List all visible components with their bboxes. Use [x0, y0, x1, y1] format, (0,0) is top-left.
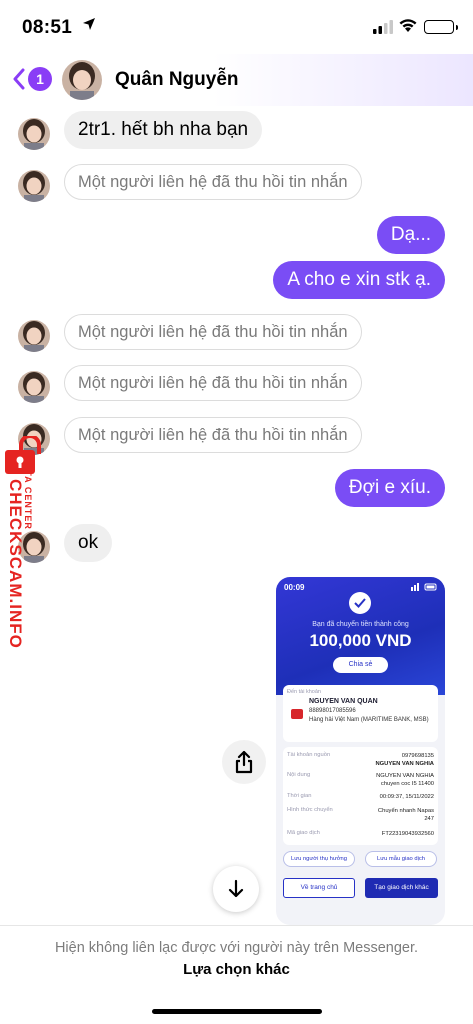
status-bar: 08:51 — [0, 0, 473, 54]
transaction-details: Tài khoản nguồn 0979698135 NGUYEN VAN NGH… — [283, 747, 438, 845]
unsent-message-notice: Một người liên hệ đã thu hồi tin nhắn — [64, 164, 362, 200]
message-bubble[interactable]: A cho e xin stk ạ. — [273, 261, 445, 299]
other-options-link[interactable]: Lựa chọn khác — [0, 961, 473, 978]
message-bubble[interactable]: 2tr1. hết bh nha bạn — [64, 111, 263, 149]
scroll-to-bottom-button[interactable] — [213, 866, 259, 912]
receipt-amount: 100,000 VND — [309, 631, 412, 650]
detail-value: NGUYEN VAN NGHIA chuyen coc I5 11400 — [376, 773, 434, 787]
detail-key: Nội dung — [287, 772, 311, 778]
message-bubble[interactable]: ok — [64, 524, 113, 562]
recipient-card: Đến tài khoản NGUYEN VAN QUAN 8889801708… — [283, 685, 438, 742]
detail-value: FT22319043932560 — [381, 831, 434, 837]
detail-key: Hình thức chuyển — [287, 807, 333, 813]
detail-value: 00:09:37, 15/11/2022 — [379, 794, 434, 800]
signal-icon — [373, 20, 393, 39]
detail-value: 0979698135 NGUYEN VAN NGHIA — [375, 753, 434, 767]
sender-avatar[interactable] — [18, 371, 50, 403]
new-transaction-button: Tạo giao dịch khác — [365, 878, 438, 898]
chat-header: 1 Quân Nguyễn — [0, 54, 473, 106]
contact-name[interactable]: Quân Nguyễn — [115, 69, 239, 91]
watermark-text: CHECKSCAM.INFO — [6, 479, 25, 649]
save-recipient-button: Lưu người thụ hưởng — [283, 851, 355, 867]
share-icon — [235, 750, 253, 774]
watermark: DATA CENTER CHECKSCAM.INFO — [0, 434, 60, 666]
home-indicator[interactable] — [152, 1009, 322, 1014]
sender-avatar[interactable] — [18, 170, 50, 202]
message-bubble[interactable]: Đợi e xíu. — [334, 469, 445, 507]
sender-avatar[interactable] — [18, 118, 50, 150]
home-button: Về trang chủ — [283, 878, 355, 898]
unsent-message-notice: Một người liên hệ đã thu hồi tin nhắn — [64, 417, 362, 453]
detail-key: Thời gian — [287, 793, 312, 799]
message-bubble[interactable]: Dạ... — [376, 216, 445, 254]
arrow-down-icon — [228, 879, 244, 898]
bank-logo-icon — [291, 709, 303, 719]
back-button[interactable]: 1 — [12, 66, 52, 92]
contact-avatar[interactable] — [62, 60, 102, 100]
wifi-icon — [398, 18, 418, 39]
shared-image[interactable]: 00:09 Bạn đã chuyển tiền thành công 100,… — [276, 577, 445, 925]
receipt-success-text: Bạn đã chuyển tiền thành công — [312, 621, 409, 628]
detail-key: Mã giao dịch — [287, 830, 320, 836]
success-check-icon — [349, 592, 371, 614]
detail-key: Tài khoản nguồn — [287, 752, 331, 758]
receipt-status-time: 00:09 — [284, 583, 305, 592]
status-time: 08:51 — [22, 17, 73, 38]
unread-badge: 1 — [28, 67, 52, 91]
receipt-share-button: Chia sẻ — [333, 657, 388, 673]
save-template-button: Lưu mẫu giao dịch — [365, 851, 437, 867]
recipient-bank: Hàng hải Việt Nam (MARITIME BANK, MSB) — [309, 717, 429, 723]
battery-icon — [424, 20, 458, 34]
sender-avatar[interactable] — [18, 320, 50, 352]
recipient-label: Đến tài khoản — [287, 689, 321, 695]
location-arrow-icon — [82, 17, 96, 36]
unsent-message-notice: Một người liên hệ đã thu hồi tin nhắn — [64, 314, 362, 350]
receipt-header: 00:09 Bạn đã chuyển tiền thành công 100,… — [276, 577, 445, 695]
receipt-status-icons — [411, 583, 437, 593]
chevron-left-icon — [12, 68, 26, 95]
detail-value: Chuyển nhanh Napas 247 — [377, 808, 434, 822]
recipient-account: 88898017085596 — [309, 708, 356, 714]
unsent-message-notice: Một người liên hệ đã thu hồi tin nhắn — [64, 365, 362, 401]
unavailable-notice: Hiện không liên lạc được với người này t… — [54, 940, 419, 956]
composer-unavailable-footer: Hiện không liên lạc được với người này t… — [0, 925, 473, 1024]
share-button[interactable] — [222, 740, 266, 784]
recipient-name: NGUYEN VAN QUAN — [309, 698, 378, 705]
